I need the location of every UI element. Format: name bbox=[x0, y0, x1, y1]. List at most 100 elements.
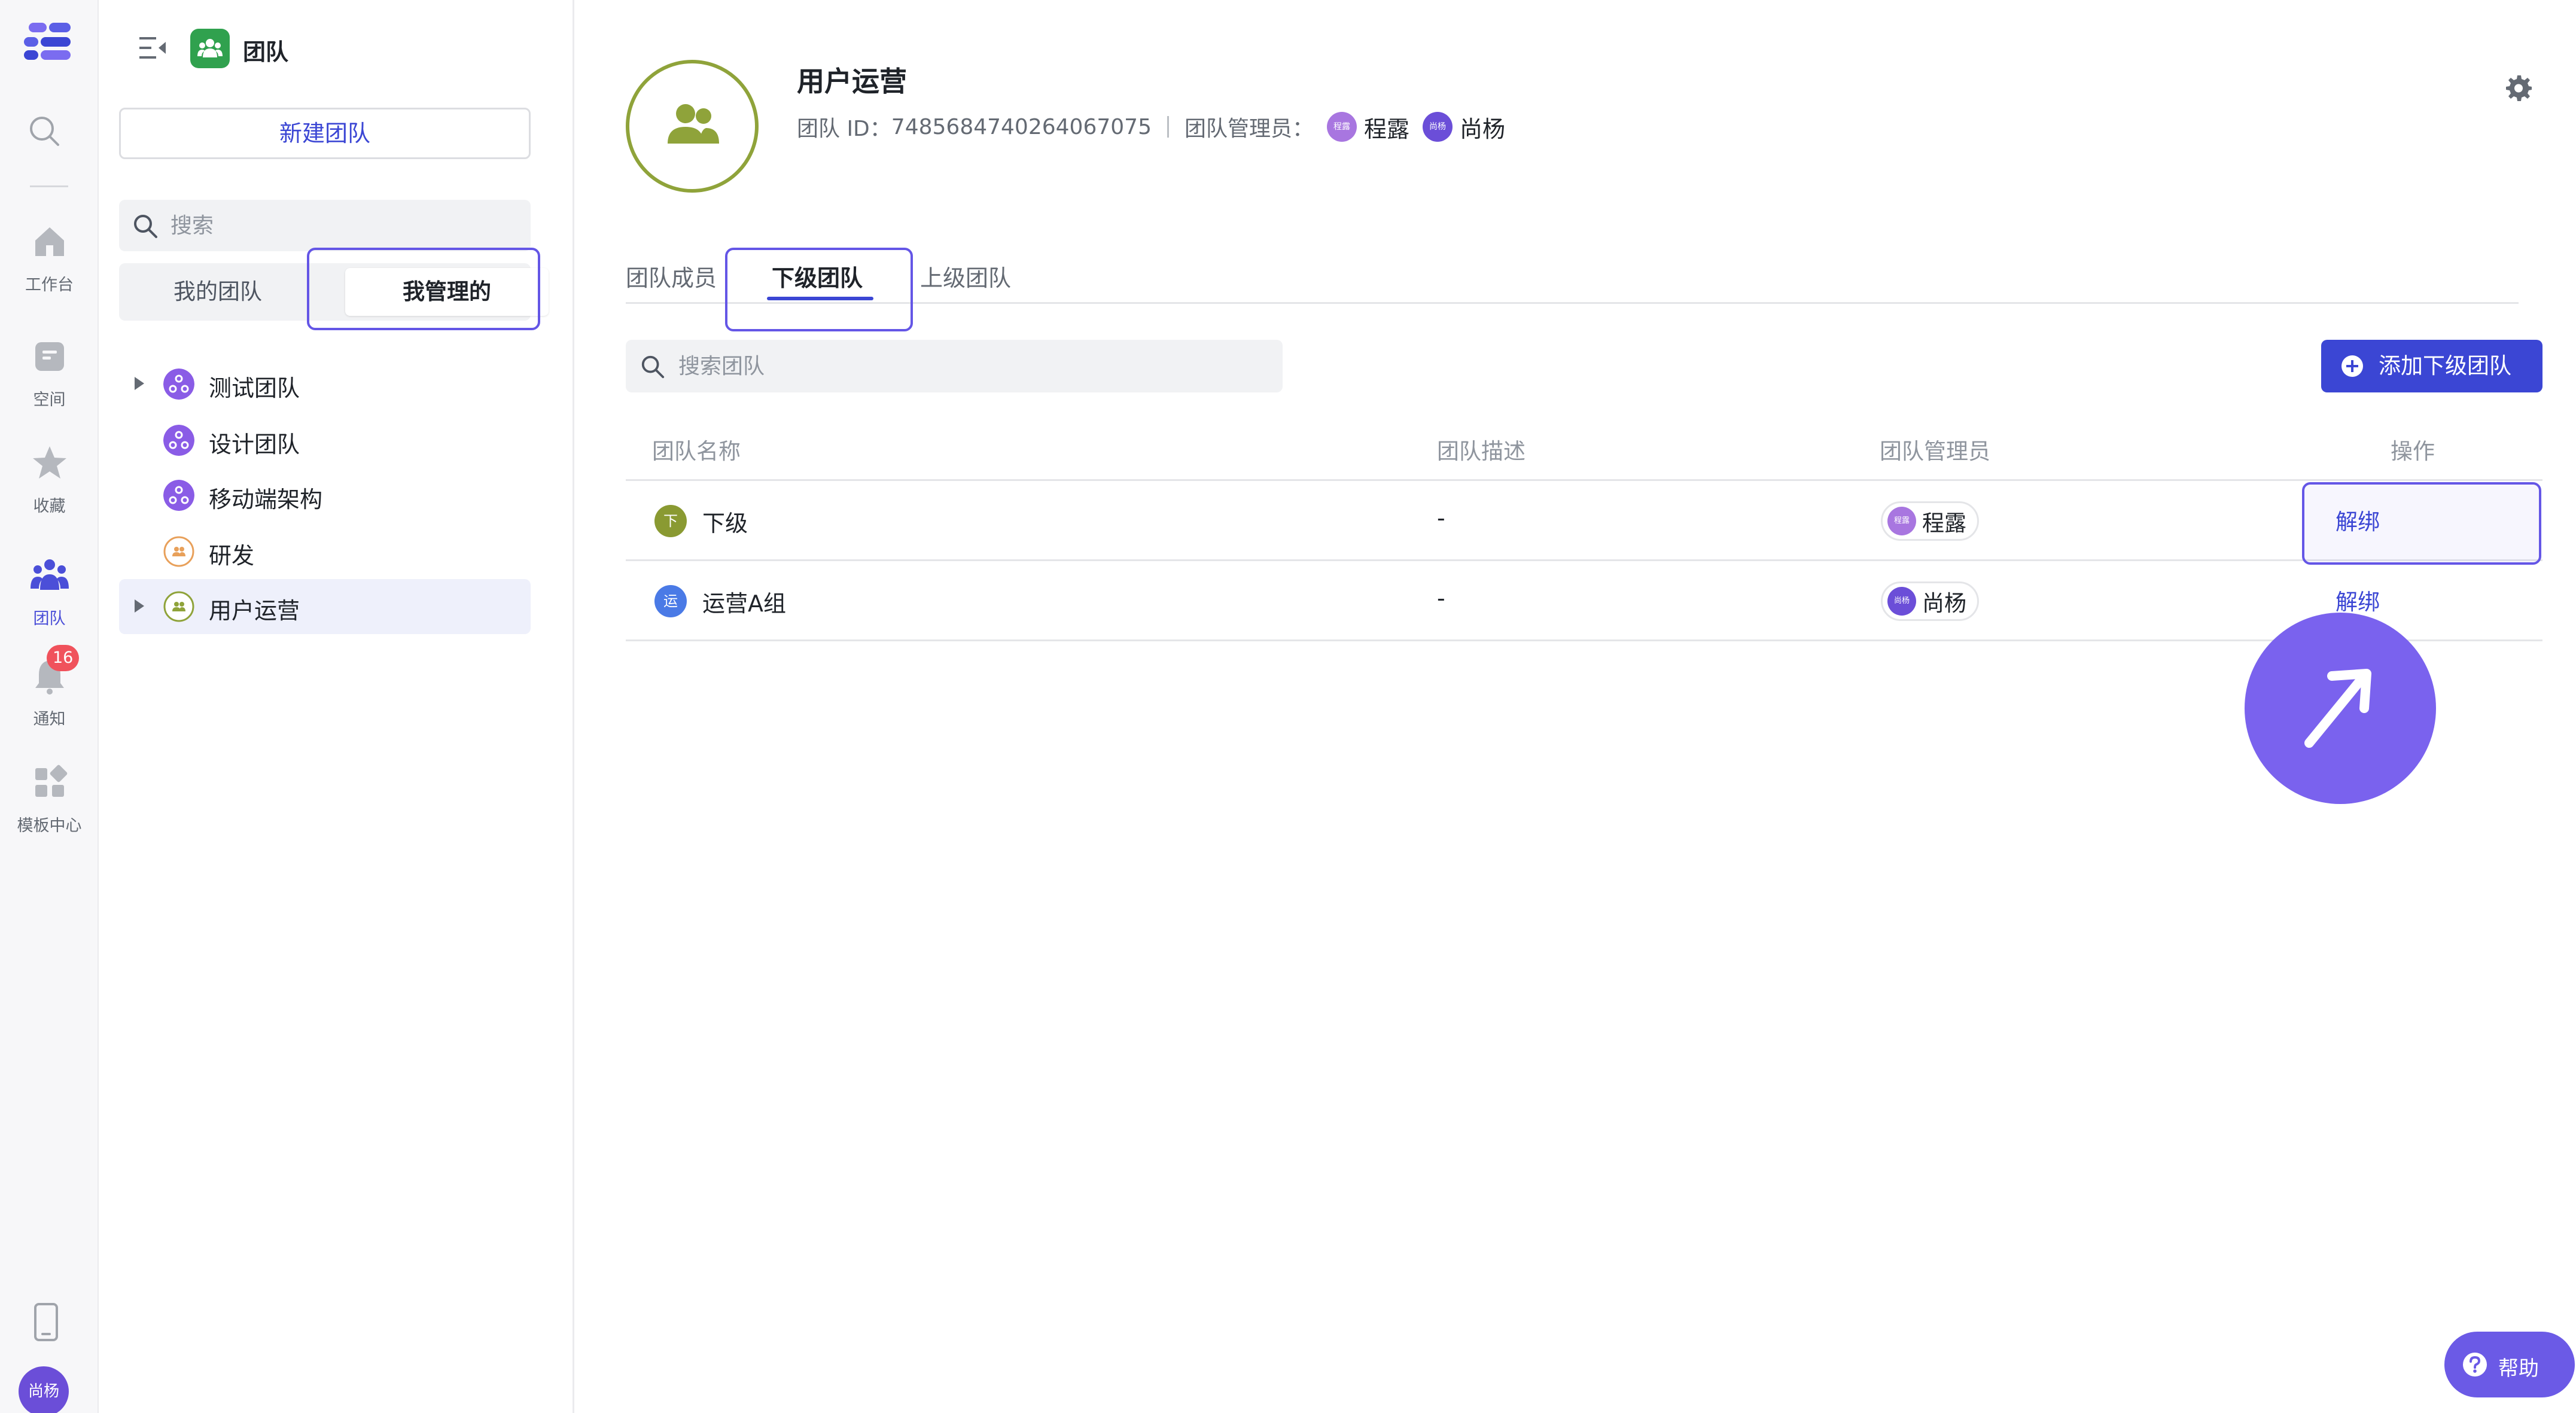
arrow-up-right-icon bbox=[2304, 669, 2371, 748]
table-row: 运 运营A组 - 尚杨 尚杨 解绑 bbox=[626, 561, 2542, 641]
team-avatar bbox=[626, 60, 759, 193]
admin-avatar: 尚杨 bbox=[1887, 587, 1916, 616]
admin-chip[interactable]: 尚杨 尚杨 bbox=[1423, 111, 1505, 144]
team-icon bbox=[30, 559, 69, 590]
admin-chip[interactable]: 程露 程露 bbox=[1327, 111, 1409, 144]
team-org-icon bbox=[163, 369, 194, 400]
app-logo-icon[interactable] bbox=[23, 22, 75, 61]
plus-circle-icon bbox=[2341, 355, 2363, 377]
table-row: 下 下级 - 程露 程露 解绑 bbox=[626, 481, 2542, 565]
team-tree-item[interactable]: 测试团队 bbox=[119, 357, 531, 412]
team-search-input[interactable] bbox=[678, 340, 1253, 392]
admin-avatar: 程露 bbox=[1327, 112, 1357, 142]
click-pointer-indicator bbox=[2245, 613, 2436, 804]
rail-label-space: 空间 bbox=[33, 391, 66, 409]
template-grid-icon bbox=[35, 765, 67, 797]
admin-chip[interactable]: 尚杨 尚杨 bbox=[1881, 581, 1979, 621]
tab-parent-teams[interactable]: 上级团队 bbox=[920, 260, 1011, 293]
unbind-button[interactable]: 解绑 bbox=[2336, 504, 2380, 536]
sidebar-search[interactable] bbox=[119, 200, 531, 251]
team-row-desc: - bbox=[1437, 505, 1445, 531]
admin-name: 尚杨 bbox=[1460, 115, 1506, 142]
team-name: 用户运营 bbox=[797, 65, 907, 98]
expand-caret-icon[interactable] bbox=[133, 376, 145, 391]
home-icon bbox=[35, 227, 64, 256]
table-header: 团队名称 团队描述 团队管理员 操作 bbox=[626, 419, 2542, 481]
search-icon bbox=[134, 215, 157, 238]
sub-team-table: 团队名称 团队描述 团队管理员 操作 下 下级 - 程露 程露 解绑 运 运营A… bbox=[626, 419, 2542, 641]
space-icon bbox=[35, 342, 64, 371]
tab-focus-highlight bbox=[725, 248, 913, 331]
rail-label-favorites: 收藏 bbox=[33, 497, 66, 516]
help-label: 帮助 bbox=[2498, 1357, 2539, 1381]
rail-item-workbench[interactable]: 工作台 bbox=[0, 223, 99, 306]
team-search[interactable] bbox=[626, 340, 1283, 392]
admin-chip[interactable]: 程露 程露 bbox=[1881, 501, 1979, 541]
new-team-button[interactable]: 新建团队 bbox=[119, 108, 531, 159]
team-row-desc: - bbox=[1437, 585, 1445, 611]
rail-item-templates[interactable]: 模板中心 bbox=[0, 763, 99, 847]
team-tree-label: 研发 bbox=[209, 543, 255, 569]
star-icon bbox=[32, 446, 66, 479]
segment-my-teams[interactable]: 我的团队 bbox=[119, 268, 316, 316]
team-tree-item-selected[interactable]: 用户运营 bbox=[119, 579, 531, 634]
sidebar-title: 团队 bbox=[243, 39, 289, 65]
gear-icon[interactable] bbox=[2503, 73, 2533, 103]
admin-avatar: 尚杨 bbox=[1423, 112, 1453, 142]
column-header: 团队名称 bbox=[652, 438, 741, 464]
column-header: 操作 bbox=[2391, 438, 2435, 464]
team-row-icon: 运 bbox=[654, 585, 687, 617]
rail-label-workbench: 工作台 bbox=[25, 276, 74, 294]
team-org-icon bbox=[163, 425, 194, 456]
team-tree-label: 用户运营 bbox=[209, 598, 300, 624]
admin-name: 尚杨 bbox=[1922, 590, 1966, 616]
tab-members[interactable]: 团队成员 bbox=[626, 260, 717, 293]
admin-name: 程露 bbox=[1922, 510, 1966, 536]
rail-label-notifications: 通知 bbox=[33, 710, 66, 729]
collapse-sidebar-icon[interactable] bbox=[138, 35, 168, 61]
team-row-icon: 下 bbox=[654, 505, 687, 537]
add-sub-team-label: 添加下级团队 bbox=[2379, 353, 2511, 379]
column-header: 团队管理员 bbox=[1880, 438, 1990, 464]
meta-separator bbox=[1167, 116, 1169, 138]
rail-label-templates: 模板中心 bbox=[17, 817, 82, 835]
team-tree-label: 设计团队 bbox=[209, 431, 300, 458]
mobile-icon[interactable] bbox=[33, 1303, 59, 1341]
rail-item-favorites[interactable]: 收藏 bbox=[0, 444, 99, 528]
expand-caret-icon[interactable] bbox=[133, 598, 145, 614]
team-people-icon bbox=[163, 591, 194, 622]
team-row-name[interactable]: 运营A组 bbox=[702, 585, 786, 618]
user-avatar[interactable]: 尚杨 bbox=[19, 1366, 69, 1413]
team-sidebar: 团队 新建团队 我的团队 我管理的 测试团队 bbox=[99, 0, 574, 1413]
team-row-name[interactable]: 下级 bbox=[702, 505, 748, 538]
team-tree-item[interactable]: 设计团队 bbox=[119, 413, 531, 468]
team-org-icon bbox=[163, 480, 194, 511]
team-people-icon bbox=[163, 536, 194, 567]
admins-label: 团队管理员： bbox=[1184, 117, 1314, 141]
team-id: 7485684740264067075 bbox=[891, 114, 1152, 139]
notification-badge: 16 bbox=[47, 645, 80, 671]
admin-avatar: 程露 bbox=[1887, 507, 1916, 535]
team-id-label: 团队 ID： bbox=[797, 117, 891, 141]
team-tree-item[interactable]: 研发 bbox=[119, 524, 531, 579]
add-sub-team-button[interactable]: 添加下级团队 bbox=[2321, 340, 2542, 392]
team-people-icon bbox=[668, 104, 719, 144]
rail-item-space[interactable]: 空间 bbox=[0, 337, 99, 421]
rail-item-notifications[interactable]: 16 通知 bbox=[0, 645, 99, 741]
question-icon bbox=[2463, 1353, 2487, 1377]
team-meta: 团队 ID： 7485684740264067075 团队管理员： 程露 程露 … bbox=[797, 110, 1505, 144]
search-icon bbox=[641, 355, 665, 379]
unbind-button[interactable]: 解绑 bbox=[2336, 584, 2380, 616]
admin-name: 程露 bbox=[1364, 115, 1410, 142]
sidebar-search-input[interactable] bbox=[170, 200, 506, 251]
rail-divider bbox=[30, 185, 68, 187]
search-icon[interactable] bbox=[28, 115, 60, 147]
help-button[interactable]: 帮助 bbox=[2444, 1332, 2575, 1397]
app-rail: 工作台 空间 收藏 团队 16 通知 模板中心 尚杨 bbox=[0, 0, 99, 1413]
team-tree-label: 测试团队 bbox=[209, 375, 300, 401]
column-header: 团队描述 bbox=[1437, 438, 1525, 464]
rail-item-team[interactable]: 团队 bbox=[0, 556, 99, 640]
team-tree-item[interactable]: 移动端架构 bbox=[119, 468, 531, 523]
rail-label-team: 团队 bbox=[33, 610, 66, 628]
team-app-icon bbox=[190, 29, 230, 68]
